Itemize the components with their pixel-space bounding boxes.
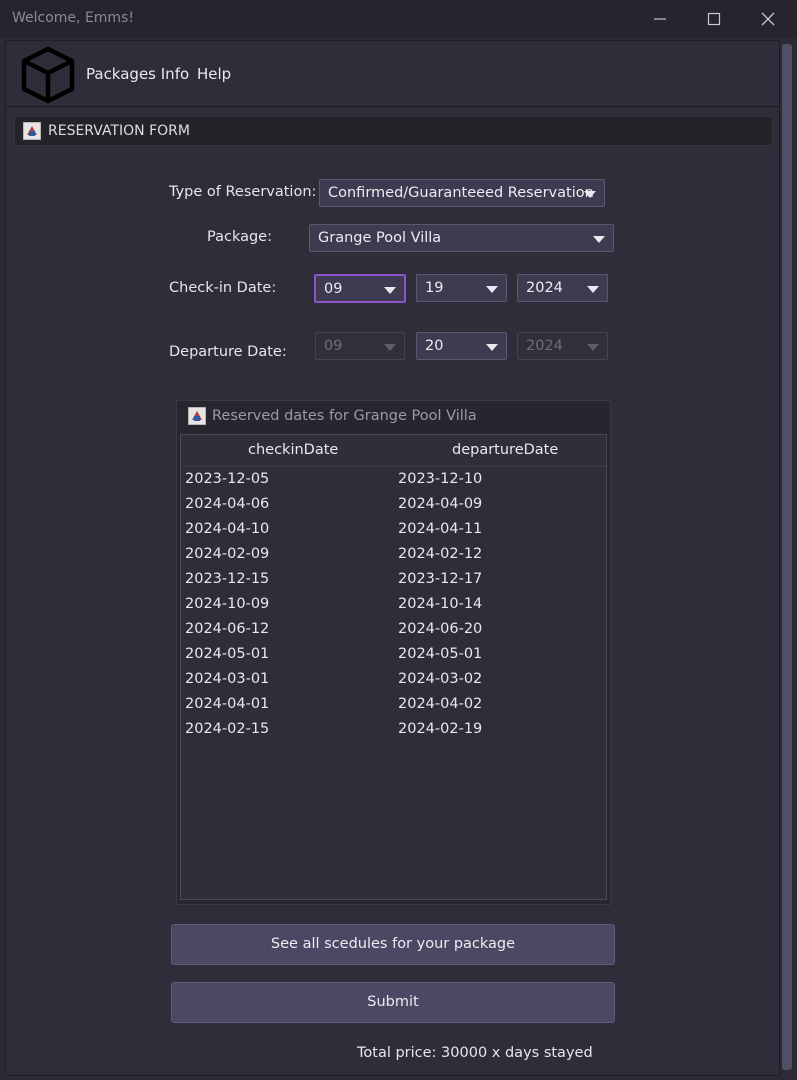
departure-date-cell: 2024-05-01 (398, 646, 483, 662)
see-schedules-button[interactable]: See all scedules for your package (171, 924, 615, 965)
table-row[interactable]: 2024-02-09 2024-02-12 (181, 542, 606, 567)
menu-help[interactable]: Help (197, 65, 231, 83)
table-row[interactable]: 2024-05-01 2024-05-01 (181, 642, 606, 667)
departure-date-cell: 2024-10-14 (398, 596, 483, 612)
table-row[interactable]: 2024-06-12 2024-06-20 (181, 617, 606, 642)
java-app-icon (22, 121, 42, 144)
checkin-date-label: Check-in Date: (169, 280, 277, 296)
chevron-down-icon (486, 344, 498, 351)
table-row[interactable]: 2024-04-01 2024-04-02 (181, 692, 606, 717)
menu-bar: Packages Info Help (6, 41, 779, 107)
chevron-down-icon (587, 344, 599, 351)
departure-date-cell: 2024-04-09 (398, 496, 483, 512)
departure-day-select[interactable]: 20 (416, 332, 507, 360)
checkin-date-cell: 2024-03-01 (185, 671, 270, 687)
menu-packages-info[interactable]: Packages Info (86, 65, 189, 83)
table-row[interactable]: 2023-12-15 2023-12-17 (181, 567, 606, 592)
checkin-date-cell: 2024-04-06 (185, 496, 270, 512)
reservation-type-select[interactable]: Confirmed/Guaranteeed Reservation (319, 179, 605, 207)
checkin-year-select[interactable]: 2024 (517, 274, 608, 302)
reservation-type-value: Confirmed/Guaranteeed Reservation (328, 185, 594, 201)
total-price-text: Total price: 30000 x days stayed (357, 1045, 593, 1061)
window-title: Welcome, Emms! (12, 10, 134, 26)
checkin-month-select[interactable]: 09 (314, 274, 406, 303)
table-row[interactable]: 2023-12-05 2023-12-10 (181, 467, 606, 492)
package-value: Grange Pool Villa (318, 230, 442, 246)
maximize-button[interactable] (694, 4, 734, 34)
checkin-date-cell: 2024-06-12 (185, 621, 270, 637)
chevron-down-icon (486, 286, 498, 293)
package-box-icon (20, 45, 76, 109)
departure-date-label: Departure Date: (169, 344, 287, 360)
type-of-reservation-label: Type of Reservation: (169, 184, 317, 200)
column-header-departure[interactable]: departureDate (452, 442, 558, 458)
departure-date-cell: 2023-12-10 (398, 471, 483, 487)
checkin-date-cell: 2023-12-15 (185, 571, 270, 587)
departure-month-value: 09 (324, 338, 343, 354)
submit-button[interactable]: Submit (171, 982, 615, 1023)
reserved-dates-table[interactable]: checkinDate departureDate 2023-12-05 2023… (180, 434, 607, 900)
java-app-icon (187, 406, 207, 429)
checkin-day-value: 19 (425, 280, 444, 296)
checkin-date-cell: 2024-10-09 (185, 596, 270, 612)
close-button[interactable] (748, 4, 788, 34)
chevron-down-icon (384, 287, 396, 294)
reserved-dates-title: Reserved dates for Grange Pool Villa (212, 408, 477, 424)
chevron-down-icon (593, 236, 605, 243)
checkin-date-cell: 2023-12-05 (185, 471, 270, 487)
scrollbar-thumb[interactable] (782, 44, 792, 1070)
checkin-date-cell: 2024-04-01 (185, 696, 270, 712)
package-label: Package: (207, 229, 272, 245)
chevron-down-icon (384, 344, 396, 351)
maximize-icon (707, 12, 721, 26)
checkin-year-value: 2024 (526, 280, 563, 296)
departure-year-value: 2024 (526, 338, 563, 354)
checkin-month-value: 09 (324, 281, 343, 297)
table-row[interactable]: 2024-10-09 2024-10-14 (181, 592, 606, 617)
close-icon (761, 12, 775, 26)
checkin-date-cell: 2024-02-09 (185, 546, 270, 562)
departure-day-value: 20 (425, 338, 444, 354)
departure-date-cell: 2024-03-02 (398, 671, 483, 687)
departure-date-cell: 2024-04-02 (398, 696, 483, 712)
checkin-date-cell: 2024-05-01 (185, 646, 270, 662)
table-header: checkinDate departureDate (181, 435, 606, 467)
form-title: RESERVATION FORM (48, 123, 190, 139)
minimize-icon (654, 18, 666, 20)
checkin-date-cell: 2024-04-10 (185, 521, 270, 537)
table-row[interactable]: 2024-03-01 2024-03-02 (181, 667, 606, 692)
checkin-date-cell: 2024-02-15 (185, 721, 270, 737)
departure-year-select: 2024 (517, 332, 608, 360)
minimize-button[interactable] (640, 4, 680, 34)
table-row[interactable]: 2024-02-15 2024-02-19 (181, 717, 606, 742)
departure-date-cell: 2024-06-20 (398, 621, 483, 637)
departure-date-cell: 2024-02-12 (398, 546, 483, 562)
reservation-form-header: RESERVATION FORM (14, 116, 773, 146)
departure-date-cell: 2023-12-17 (398, 571, 483, 587)
table-row[interactable]: 2024-04-10 2024-04-11 (181, 517, 606, 542)
departure-date-cell: 2024-04-11 (398, 521, 483, 537)
column-header-checkin[interactable]: checkinDate (248, 442, 338, 458)
chevron-down-icon (587, 286, 599, 293)
departure-date-cell: 2024-02-19 (398, 721, 483, 737)
chevron-down-icon (584, 191, 596, 198)
departure-month-select: 09 (315, 332, 405, 360)
reserved-dates-panel: Reserved dates for Grange Pool Villa che… (176, 400, 611, 905)
title-bar: Welcome, Emms! (0, 0, 797, 38)
checkin-day-select[interactable]: 19 (416, 274, 507, 302)
vertical-scrollbar[interactable] (780, 40, 794, 1070)
table-row[interactable]: 2024-04-06 2024-04-09 (181, 492, 606, 517)
package-select[interactable]: Grange Pool Villa (309, 224, 614, 252)
